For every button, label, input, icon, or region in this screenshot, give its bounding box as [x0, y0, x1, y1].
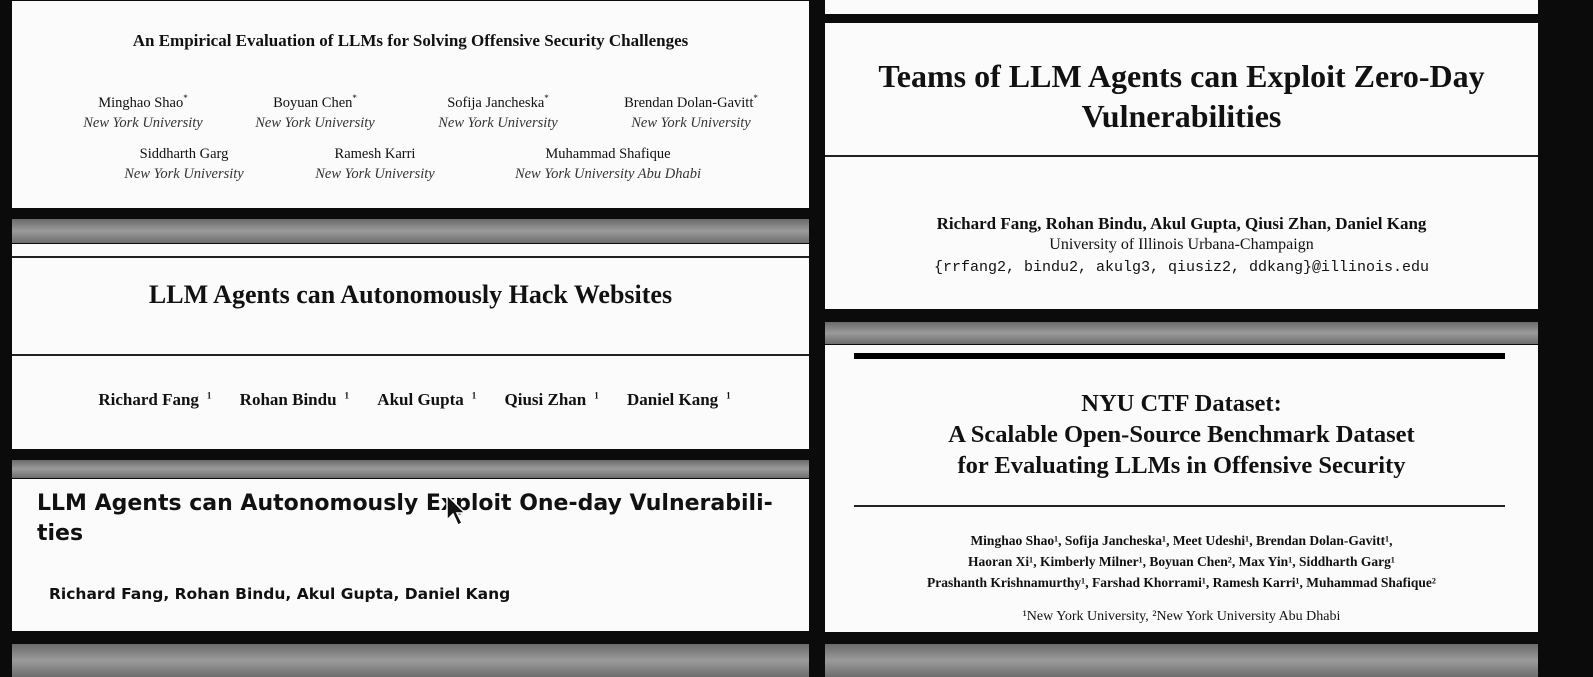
author-name: Siddharth Garg: [139, 146, 229, 162]
page-separator: [12, 219, 809, 243]
author-affiliation: New York University: [255, 115, 375, 131]
author-name: Boyuan Chen: [273, 95, 353, 111]
author-list: Richard Fang, Rohan Bindu, Akul Gupta, Q…: [936, 214, 1427, 233]
author-name: Ramesh Karri: [334, 146, 416, 162]
author-name: Richard Fang 1: [98, 390, 212, 409]
author-affiliation: New York University: [631, 115, 751, 131]
mouse-cursor-icon: [446, 494, 467, 527]
author-name: Qiusi Zhan 1: [504, 390, 599, 409]
author-block: Minghao Shao* New York University: [48, 93, 238, 133]
author-affiliation: New York University: [315, 166, 435, 182]
author-affiliation: ¹New York University, ²New York Universi…: [1022, 609, 1341, 624]
paper-zero-day-vulnerabilities: Teams of LLM Agents can Exploit Zero-Day…: [825, 23, 1538, 309]
author-block: Siddharth Garg New York University: [89, 144, 279, 184]
author-block: Brendan Dolan-Gavitt* New York Universit…: [596, 93, 786, 133]
paper-title: LLM Agents can Autonomously Hack Website…: [148, 280, 673, 309]
author-name: Akul Gupta 1: [377, 390, 477, 409]
paper-empirical-evaluation: An Empirical Evaluation of LLMs for Solv…: [12, 1, 809, 208]
author-email: {rrfang2, bindu2, akulg3, qiusiz2, ddkan…: [933, 259, 1430, 276]
author-block: Sofija Jancheska* New York University: [403, 93, 593, 133]
top-rule: [12, 256, 809, 258]
author-affiliation: New York University: [124, 166, 244, 182]
bottom-rule: [12, 354, 809, 356]
author-block: Boyuan Chen* New York University: [220, 93, 410, 133]
author-affiliation: New York University: [83, 115, 203, 131]
author-name: Minghao Shao: [98, 95, 184, 111]
author-list: Minghao Shao¹, Sofija Jancheska¹, Meet U…: [927, 533, 1436, 590]
author-block: Muhammad Shafique New York University Ab…: [478, 144, 738, 184]
author-list: Richard Fang 1 Rohan Bindu 1 Akul Gupta 1 Q…: [12, 390, 809, 410]
author-name: Daniel Kang 1: [627, 390, 731, 409]
author-list: Richard Fang, Rohan Bindu, Akul Gupta, D…: [49, 585, 511, 603]
title-rule: [825, 155, 1538, 157]
author-affiliation: New York University: [438, 115, 558, 131]
author-name: Brendan Dolan-Gavitt: [624, 95, 754, 111]
paper-title: LLM Agents can Autonomously Exploit One-…: [37, 491, 773, 546]
title-rule: [854, 505, 1505, 507]
page-separator: [12, 460, 809, 478]
paper-nyu-ctf-dataset: NYU CTF Dataset: A Scalable Open-Source …: [825, 345, 1538, 632]
paper-title: An Empirical Evaluation of LLMs for Solv…: [132, 31, 689, 50]
page-separator: [825, 322, 1538, 344]
paper-hack-websites: LLM Agents can Autonomously Hack Website…: [12, 244, 809, 449]
paper-title: NYU CTF Dataset: A Scalable Open-Source …: [948, 390, 1415, 479]
paper-title: Teams of LLM Agents can Exploit Zero-Day…: [878, 58, 1485, 134]
top-rule: [854, 353, 1505, 359]
author-name: Rohan Bindu 1: [239, 390, 350, 409]
page-separator: [12, 644, 809, 677]
paper-one-day-vulnerabilities: LLM Agents can Autonomously Exploit One-…: [12, 479, 809, 631]
author-name: Sofija Jancheska: [447, 95, 545, 111]
page-edge: [825, 0, 1538, 14]
author-affiliation: University of Illinois Urbana-Champaign: [1049, 236, 1314, 253]
author-name: Muhammad Shafique: [545, 146, 671, 162]
page-separator: [825, 644, 1538, 677]
author-affiliation: New York University Abu Dhabi: [514, 166, 702, 182]
author-block: Ramesh Karri New York University: [280, 144, 470, 184]
